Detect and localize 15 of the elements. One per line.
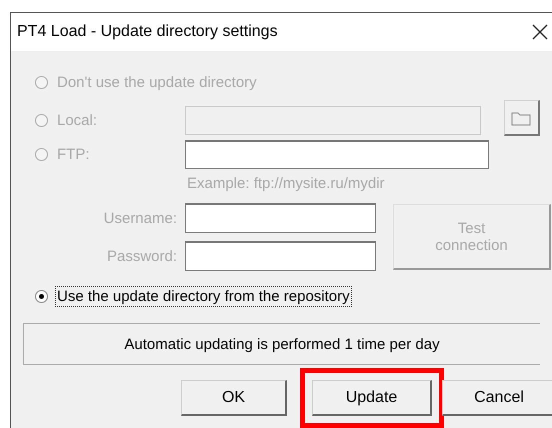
window-title: PT4 Load - Update directory settings [17, 23, 278, 41]
browse-button[interactable] [504, 100, 540, 136]
radio-label[interactable]: Use the update directory from the repository [55, 286, 352, 306]
password-label: Password: [106, 248, 177, 264]
dialog-button[interactable]: Cancel [442, 380, 552, 416]
dialog-button[interactable]: OK [181, 380, 287, 416]
info-panel: Automatic updating is performed 1 time per day [23, 323, 540, 365]
example-text: Example: ftp://mysite.ru/mydir [187, 175, 386, 194]
username-label: Username: [102, 210, 177, 226]
dialog-button[interactable]: Update [312, 380, 432, 416]
password-field[interactable] [185, 241, 376, 271]
username-field[interactable] [185, 203, 376, 233]
close-icon[interactable] [532, 24, 548, 40]
folder-icon [511, 110, 532, 126]
radio-button[interactable] [35, 290, 48, 302]
